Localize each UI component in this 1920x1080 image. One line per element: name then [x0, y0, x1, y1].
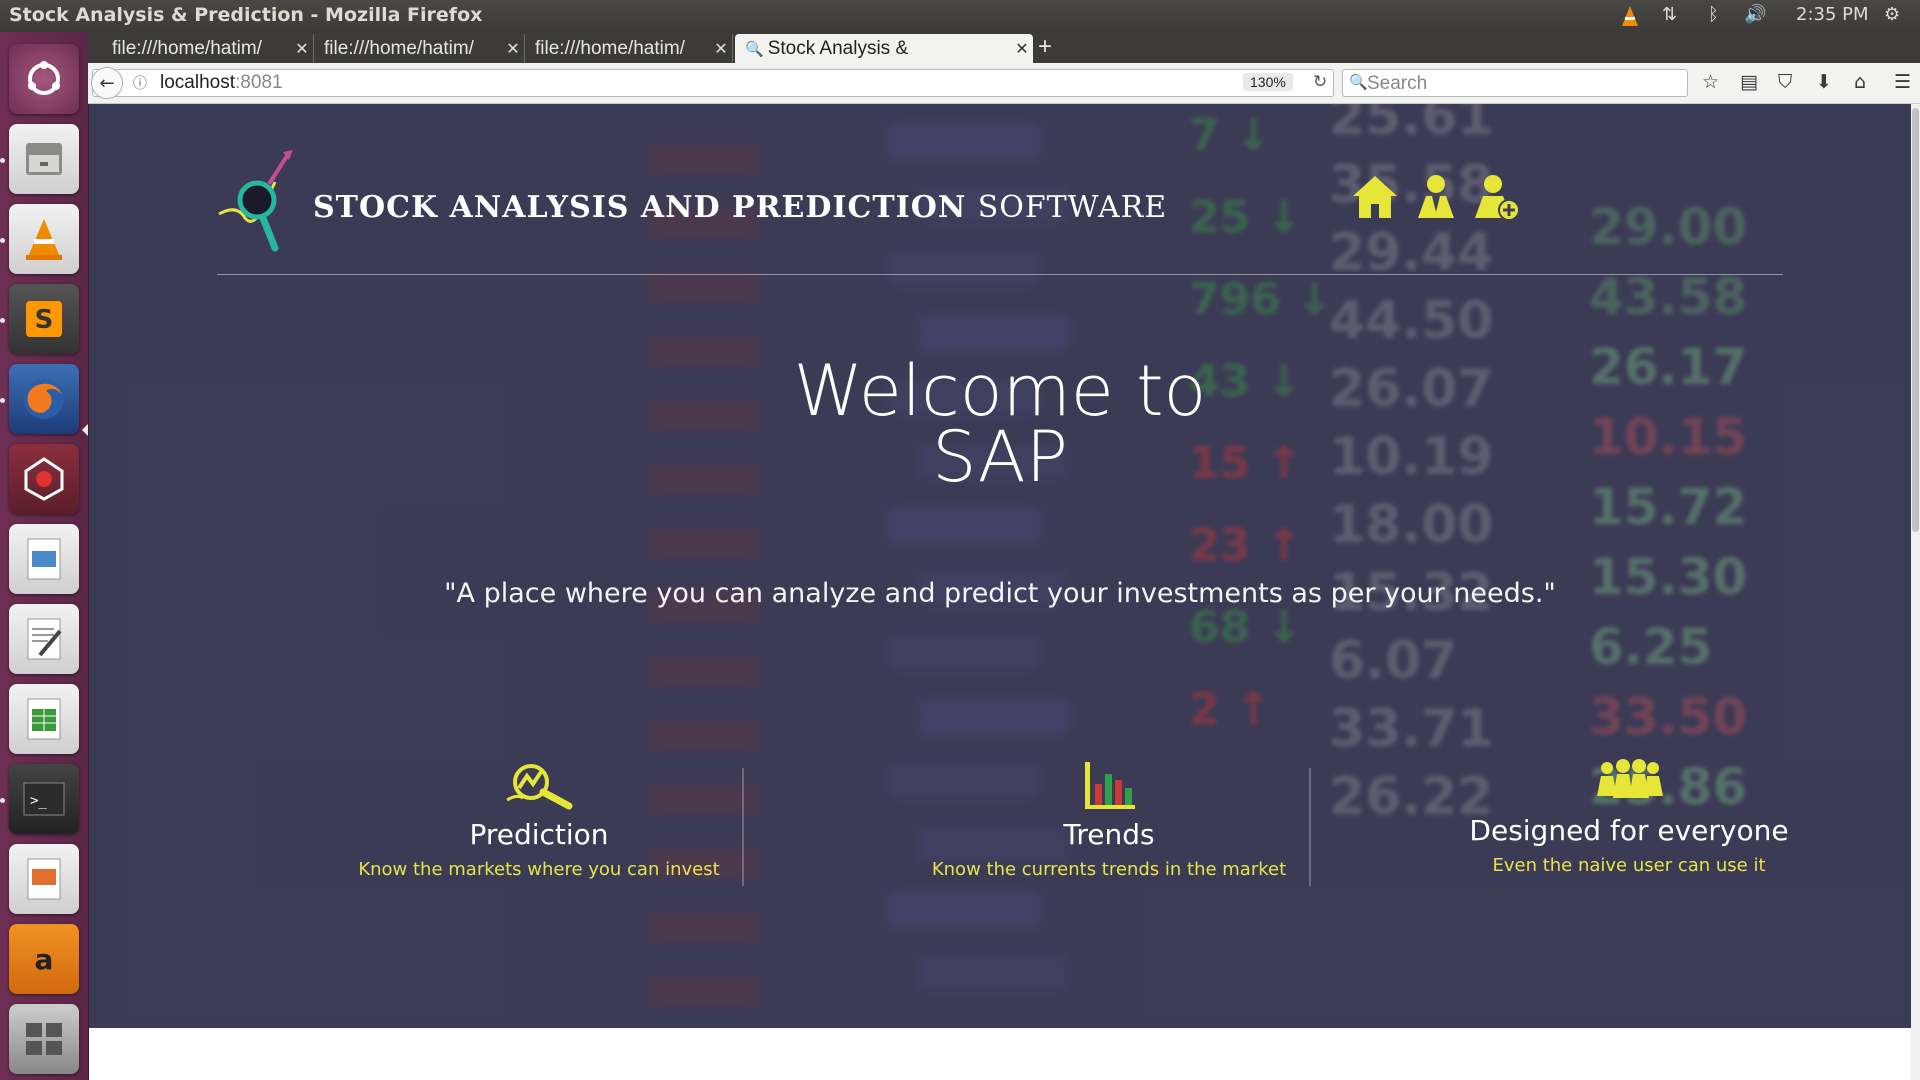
vlc-icon[interactable] [9, 204, 79, 274]
search-placeholder: Search [1367, 73, 1428, 94]
libreoffice-draw-icon[interactable] [9, 524, 79, 594]
sublime-text-icon[interactable]: S [9, 284, 79, 354]
tab-file-3[interactable]: file:///home/hatim/ ✕ [525, 34, 733, 63]
feature-subtitle: Even the naive user can use it [1492, 855, 1766, 876]
site-title: STOCK ANALYSIS AND PREDICTION SOFTWARE [313, 190, 1167, 225]
app-icon[interactable] [9, 444, 79, 514]
tab-stock-analysis[interactable]: 🔍 Stock Analysis & ✕ [735, 34, 1033, 63]
back-button[interactable]: ← [91, 67, 123, 99]
window-title: Stock Analysis & Prediction - Mozilla Fi… [9, 4, 483, 26]
tagline: "A place where you can analyze and predi… [444, 578, 1556, 609]
url-host: localhost [160, 72, 235, 93]
feature-prediction: Prediction Know the markets where you ca… [289, 760, 789, 880]
new-tab-button[interactable]: + [1038, 33, 1052, 61]
site-header: STOCK ANALYSIS AND PREDICTION SOFTWARE [217, 144, 1783, 275]
tab-label: file:///home/hatim/ [112, 37, 262, 59]
url-port: :8081 [235, 72, 283, 93]
feature-trends: Trends Know the currents trends in the m… [859, 760, 1359, 880]
terminal-icon[interactable]: >_ [9, 764, 79, 834]
libreoffice-impress-icon[interactable] [9, 844, 79, 914]
ubuntu-dash-icon[interactable] [9, 44, 79, 114]
libreoffice-calc-icon[interactable] [9, 684, 79, 754]
close-icon[interactable]: ✕ [291, 39, 313, 59]
launcher: S >_ a [0, 32, 89, 1080]
bluetooth-icon[interactable]: ᛒ [1708, 4, 1719, 25]
feature-divider [742, 768, 744, 886]
amazon-icon[interactable]: a [9, 924, 79, 994]
reading-list-icon[interactable]: ▤ [1740, 71, 1758, 93]
scrollbar-thumb[interactable] [1912, 108, 1919, 532]
magnifier-logo-icon[interactable] [217, 144, 297, 254]
launcher-pip [0, 398, 5, 403]
site-info-icon[interactable]: ⓘ [133, 73, 147, 93]
text-editor-icon[interactable] [9, 604, 79, 674]
tab-label: file:///home/hatim/ [535, 37, 685, 59]
pocket-icon[interactable]: ⛉ [1778, 71, 1792, 93]
home-icon[interactable]: ⌂ [1854, 71, 1866, 93]
top-panel: Stock Analysis & Prediction - Mozilla Fi… [0, 0, 1920, 32]
close-icon[interactable]: ✕ [502, 39, 524, 59]
zoom-indicator[interactable]: 130% [1243, 73, 1293, 91]
bookmark-star-icon[interactable]: ☆ [1702, 71, 1719, 93]
launcher-pip [0, 158, 5, 163]
close-icon[interactable]: ✕ [710, 39, 732, 59]
launcher-pip [0, 238, 5, 243]
reload-icon[interactable]: ↻ [1313, 72, 1327, 92]
nav-bar: ← ⓘ localhost:8081 130% ↻ 🔍 Search ☆ ▤ ⛉… [88, 63, 1920, 104]
feature-title: Trends [1063, 818, 1155, 851]
launcher-pip [0, 798, 5, 803]
clock[interactable]: 2:35 PM [1796, 4, 1869, 25]
focused-app-arrow [82, 424, 88, 436]
feature-divider [1309, 768, 1311, 886]
user-icon[interactable] [1412, 172, 1460, 222]
people-group-icon [1593, 756, 1665, 808]
add-user-icon[interactable] [1473, 172, 1521, 222]
feature-title: Prediction [469, 818, 609, 851]
feature-everyone: Designed for everyone Even the naive use… [1379, 756, 1879, 876]
feature-subtitle: Know the markets where you can invest [358, 859, 720, 880]
download-icon[interactable]: ⬇ [1816, 71, 1832, 93]
settings-gear-icon[interactable]: ⚙ [1884, 4, 1900, 25]
files-icon[interactable] [9, 124, 79, 194]
web-page: 25.61 35.58 29.44 44.50 26.07 10.19 18.00 15.32… [89, 104, 1911, 1028]
tab-file-1[interactable]: file:///home/hatim/ ✕ [102, 34, 314, 63]
feature-title: Designed for everyone [1469, 814, 1789, 847]
home-icon[interactable] [1351, 172, 1399, 222]
welcome-heading-line2: SAP [932, 416, 1068, 498]
search-icon: 🔍 [1349, 73, 1368, 91]
tab-label: Stock Analysis & [767, 37, 909, 59]
prediction-chart-magnifier-icon [503, 760, 575, 812]
workspace-switcher-icon[interactable] [9, 1004, 79, 1074]
menu-icon[interactable]: ☰ [1894, 71, 1911, 93]
site-title-light: SOFTWARE [977, 190, 1168, 225]
tab-file-2[interactable]: file:///home/hatim/ ✕ [314, 34, 525, 63]
network-icon[interactable]: ⇅ [1662, 4, 1677, 25]
back-arrow-icon: ← [99, 72, 115, 94]
tab-label: file:///home/hatim/ [324, 37, 474, 59]
firefox-icon[interactable] [9, 364, 79, 434]
svg-text:a: a [35, 943, 54, 976]
svg-text:S: S [35, 305, 54, 335]
tab-bar: file:///home/hatim/ ✕ file:///home/hatim… [88, 32, 1920, 63]
launcher-pip [0, 318, 5, 323]
url-text[interactable]: localhost:8081 [160, 72, 283, 94]
feature-subtitle: Know the currents trends in the market [931, 859, 1287, 880]
url-bar[interactable]: ← ⓘ localhost:8081 130% ↻ [91, 67, 1334, 99]
volume-icon[interactable]: 🔊 [1744, 4, 1766, 25]
site-title-bold: STOCK ANALYSIS AND PREDICTION [313, 190, 967, 225]
svg-text:>_: >_ [30, 793, 47, 809]
bar-chart-icon [1073, 760, 1145, 812]
vlc-tray-icon[interactable] [1618, 4, 1642, 33]
search-bar[interactable]: 🔍 Search [1342, 69, 1688, 97]
close-icon[interactable]: ✕ [1011, 39, 1033, 59]
tab-favicon-icon: 🔍 [745, 40, 764, 58]
